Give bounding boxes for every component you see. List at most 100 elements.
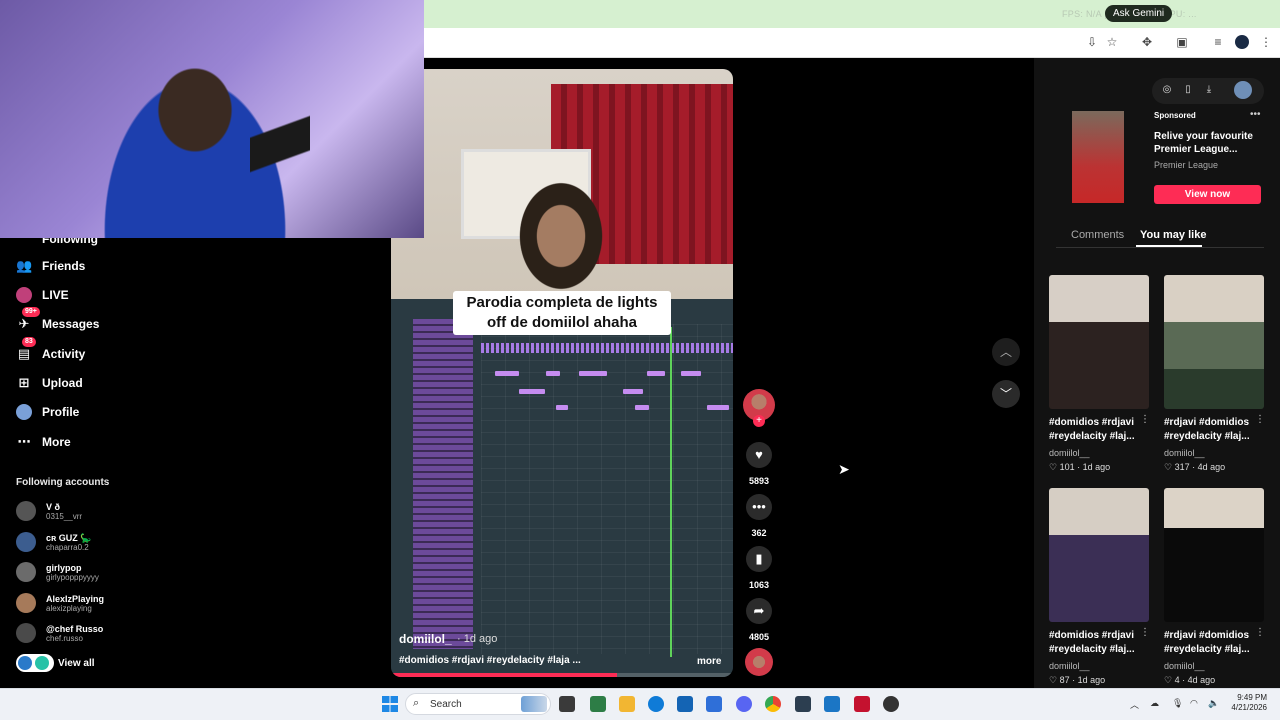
comment-icon: ••• bbox=[752, 499, 766, 514]
user-avatar[interactable] bbox=[1234, 81, 1252, 99]
following-account[interactable]: ᴄʀ GUZ 🦕 chaparra0.2 bbox=[16, 528, 91, 556]
recommended-author[interactable]: domiilol__ bbox=[1049, 448, 1090, 458]
following-account[interactable]: @chef Russo chef.russo bbox=[16, 619, 103, 647]
recommended-thumbnail[interactable] bbox=[1049, 275, 1149, 409]
video-progress-bar[interactable] bbox=[391, 673, 733, 677]
follow-plus-icon[interactable]: + bbox=[753, 415, 765, 427]
more-options-icon[interactable]: ⋮ bbox=[1255, 414, 1265, 425]
view-all-link[interactable]: View all bbox=[16, 654, 95, 672]
outlook-icon[interactable] bbox=[706, 696, 722, 712]
more-options-icon[interactable]: ⋮ bbox=[1140, 627, 1150, 638]
following-account[interactable]: girlypop girlypopppyyyy bbox=[16, 558, 99, 586]
sidebar-item-live[interactable]: LIVE bbox=[16, 284, 69, 306]
daw-note bbox=[623, 389, 643, 394]
store-icon[interactable] bbox=[677, 696, 693, 712]
video-player[interactable]: Parodia completa de lights off de domiil… bbox=[391, 69, 733, 677]
file-explorer-icon[interactable] bbox=[619, 696, 635, 712]
browser-profile-avatar[interactable] bbox=[1235, 35, 1249, 49]
share-button[interactable]: ➦ bbox=[746, 598, 772, 624]
creative-app-icon[interactable] bbox=[854, 696, 870, 712]
tab-you-may-like[interactable]: You may like bbox=[1140, 229, 1206, 241]
following-account[interactable]: AlexIzPlaying alexizplaying bbox=[16, 589, 104, 617]
sidebar-item-messages[interactable]: ✈ 99+ Messages bbox=[16, 307, 100, 335]
webcam-overlay bbox=[0, 0, 424, 238]
taskbar-clock[interactable]: 9:49 PM 4/21/2026 bbox=[1225, 693, 1267, 713]
ad-options-icon[interactable]: ••• bbox=[1250, 109, 1261, 120]
video-author[interactable]: domiilol_ bbox=[399, 632, 452, 646]
discord-icon[interactable] bbox=[736, 696, 752, 712]
tab-comments[interactable]: Comments bbox=[1071, 229, 1124, 241]
sidebar-item-label: Friends bbox=[42, 259, 86, 273]
daw-note bbox=[647, 371, 665, 376]
recommended-thumbnail[interactable] bbox=[1164, 488, 1264, 622]
phone-icon[interactable]: ▯ bbox=[1181, 84, 1195, 95]
windows-start-icon[interactable] bbox=[382, 696, 398, 712]
recommended-thumbnail[interactable] bbox=[1049, 488, 1149, 622]
obs-icon[interactable] bbox=[883, 696, 899, 712]
ask-gemini-button[interactable]: Ask Gemini bbox=[1105, 5, 1173, 22]
video-more-button[interactable]: more bbox=[697, 656, 721, 667]
sidebar-item-label: Messages bbox=[42, 317, 100, 331]
comment-count: 362 bbox=[751, 528, 767, 538]
search-highlight-icon[interactable] bbox=[521, 696, 547, 712]
recommended-author[interactable]: domiilol__ bbox=[1049, 661, 1090, 671]
terminal-icon[interactable] bbox=[795, 696, 811, 712]
recommended-description[interactable]: #rdjavi #domidios #reydelacity #laj... bbox=[1164, 629, 1266, 657]
view-now-button[interactable]: View now bbox=[1154, 185, 1261, 204]
tray-chevron-up-icon[interactable]: ︿ bbox=[1130, 698, 1139, 711]
share-icon: ➦ bbox=[753, 603, 765, 618]
download-icon[interactable]: ⤓ bbox=[1202, 84, 1216, 95]
sidebar-item-label: More bbox=[42, 435, 71, 449]
recommended-description[interactable]: #rdjavi #domidios #reydelacity #laj... bbox=[1164, 416, 1266, 444]
volume-icon[interactable]: 🔈 bbox=[1208, 698, 1219, 709]
bookmark-icon: ▮ bbox=[755, 551, 763, 566]
following-account[interactable]: V ð 0315__vrr bbox=[16, 497, 82, 525]
avatar bbox=[16, 532, 36, 552]
music-disc[interactable] bbox=[745, 648, 773, 676]
chrome-icon[interactable] bbox=[765, 696, 781, 712]
extensions-icon[interactable]: ✥ bbox=[1139, 34, 1155, 50]
install-icon[interactable]: ⇩ bbox=[1084, 34, 1100, 50]
menu-icon[interactable]: ⋮ bbox=[1258, 34, 1274, 50]
cloud-icon[interactable]: ☁ bbox=[1150, 698, 1159, 709]
reading-list-icon[interactable]: ≡ bbox=[1210, 34, 1226, 50]
recommended-author[interactable]: domiilol__ bbox=[1164, 661, 1205, 671]
recommended-stats: ♡ 101 · 1d ago bbox=[1049, 462, 1111, 472]
ad-title[interactable]: Relive your favourite Premier League... bbox=[1154, 130, 1264, 156]
sidebar-item-label: Profile bbox=[42, 405, 80, 419]
wifi-icon[interactable]: ◠ bbox=[1190, 698, 1198, 709]
recommended-thumbnail[interactable] bbox=[1164, 275, 1264, 409]
sidebar-item-profile[interactable]: Profile bbox=[16, 401, 79, 423]
more-options-icon[interactable]: ⋮ bbox=[1140, 414, 1150, 425]
recommended-description[interactable]: #domidios #rdjavi #reydelacity #laj... bbox=[1049, 416, 1151, 444]
activity-badge: 83 bbox=[22, 337, 36, 347]
daw-note bbox=[556, 405, 568, 410]
msn-icon[interactable] bbox=[590, 696, 606, 712]
avatar bbox=[16, 593, 36, 613]
sidebar-item-friends[interactable]: 👥 Friends bbox=[16, 255, 85, 277]
star-icon[interactable]: ☆ bbox=[1104, 34, 1120, 50]
media-icon[interactable]: ▣ bbox=[1174, 34, 1190, 50]
more-options-icon[interactable]: ⋮ bbox=[1255, 627, 1265, 638]
recommended-author[interactable]: domiilol__ bbox=[1164, 448, 1205, 458]
save-button[interactable]: ▮ bbox=[746, 546, 772, 572]
ad-thumbnail[interactable] bbox=[1072, 111, 1124, 203]
like-count: 5893 bbox=[748, 476, 770, 486]
sidebar-item-upload[interactable]: ⊞ Upload bbox=[16, 372, 83, 394]
mic-icon[interactable]: 🎙 bbox=[1172, 698, 1183, 709]
compass-icon[interactable]: ◎ bbox=[1160, 84, 1174, 95]
like-button[interactable]: ♥ bbox=[746, 442, 772, 468]
monitor-app-icon[interactable] bbox=[824, 696, 840, 712]
video-time: · 1d ago bbox=[457, 633, 498, 645]
recommended-description[interactable]: #domidios #rdjavi #reydelacity #laj... bbox=[1049, 629, 1151, 657]
next-video-button[interactable]: ﹀ bbox=[992, 380, 1020, 408]
comment-button[interactable]: ••• bbox=[746, 494, 772, 520]
edge-icon[interactable] bbox=[648, 696, 664, 712]
task-view-icon[interactable] bbox=[559, 696, 575, 712]
sidebar-item-activity[interactable]: ▤ 83 Activity bbox=[16, 337, 85, 365]
active-tab-indicator bbox=[1136, 245, 1202, 247]
following-accounts-title: Following accounts bbox=[16, 477, 110, 488]
sidebar-item-more[interactable]: ⋯ More bbox=[16, 431, 71, 453]
previous-video-button[interactable]: ︿ bbox=[992, 338, 1020, 366]
friends-icon: 👥 bbox=[16, 258, 33, 273]
